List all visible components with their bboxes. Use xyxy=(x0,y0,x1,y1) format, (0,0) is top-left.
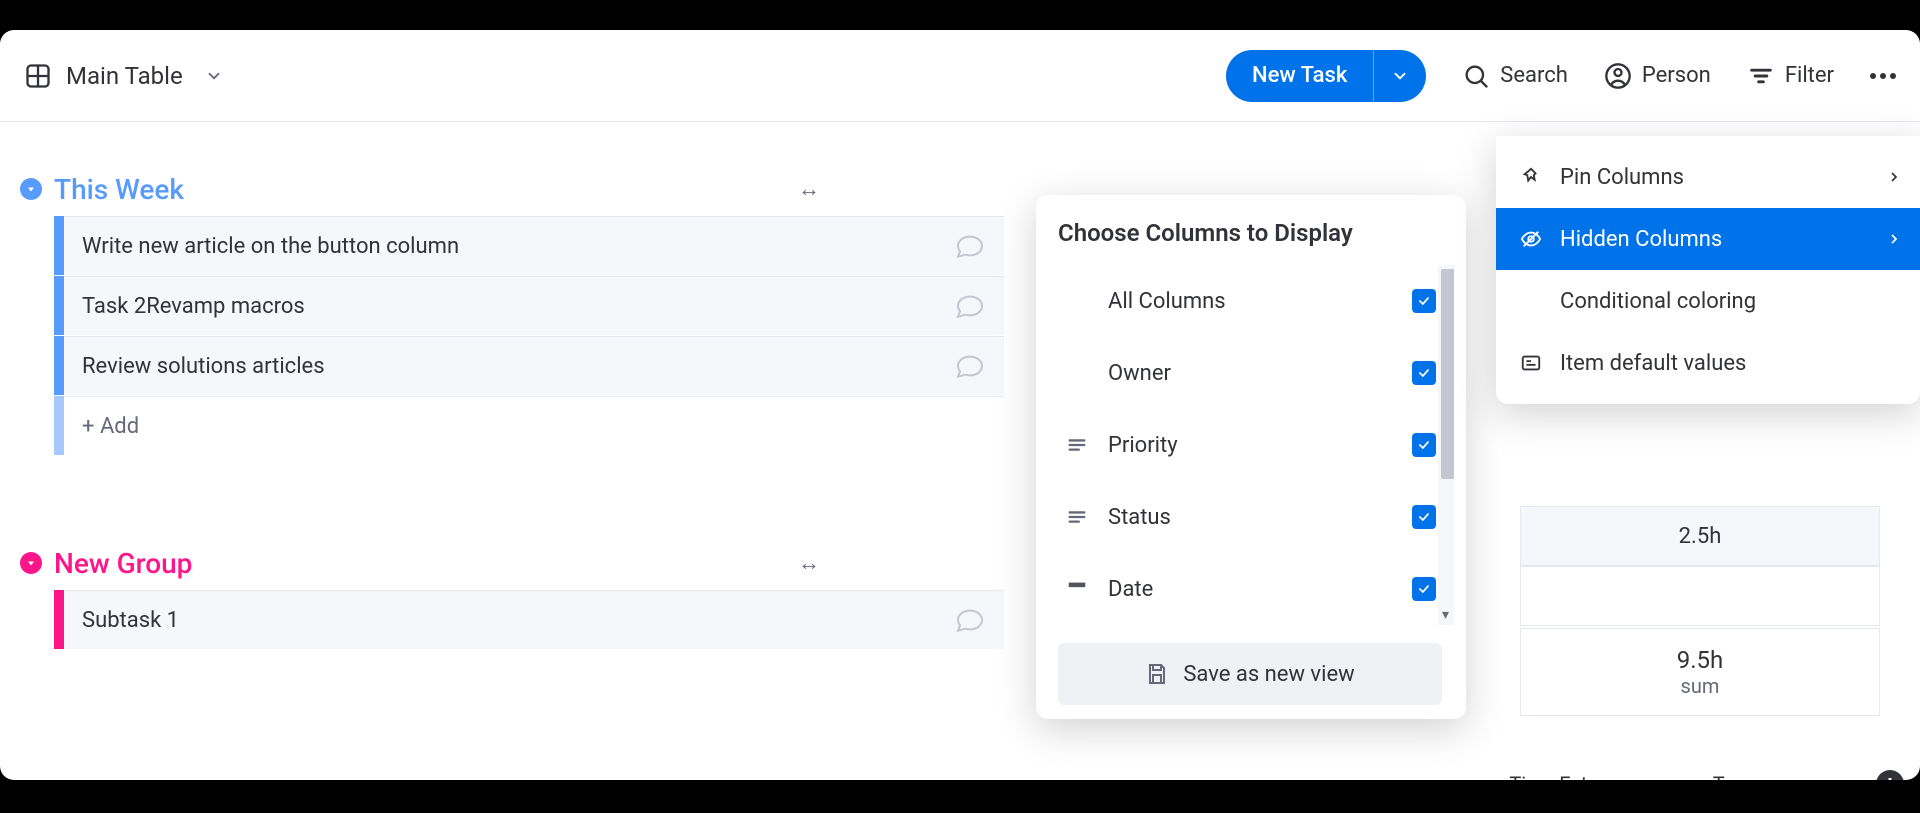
column-resize-handle[interactable]: ↔ xyxy=(798,550,820,576)
row-color-bar xyxy=(54,276,64,335)
more-options-button[interactable] xyxy=(1870,73,1896,79)
chat-icon[interactable] xyxy=(954,350,986,382)
menu-item-label: Pin Columns xyxy=(1560,165,1684,190)
task-name: Write new article on the button column xyxy=(82,234,459,259)
eye-off-icon xyxy=(1518,228,1544,250)
person-label: Person xyxy=(1642,63,1711,88)
menu-item-conditional-coloring[interactable]: Conditional coloring xyxy=(1496,270,1920,332)
time-cell[interactable] xyxy=(1520,566,1880,626)
column-sum: 9.5h sum xyxy=(1520,628,1880,716)
menu-item-label: Item default values xyxy=(1560,351,1746,376)
row-color-bar xyxy=(54,216,64,275)
new-task-label: New Task xyxy=(1226,50,1374,102)
toolbar: Main Table New Task Search Person Filter xyxy=(0,30,1920,122)
calendar-icon xyxy=(1064,578,1090,600)
sum-label: sum xyxy=(1681,674,1720,698)
view-switcher[interactable]: Main Table xyxy=(24,62,223,90)
choose-columns-popover: Choose Columns to Display All Columns Ow… xyxy=(1036,195,1466,719)
filter-icon xyxy=(1747,62,1775,90)
popover-title: Choose Columns to Display xyxy=(1058,219,1454,247)
pin-icon xyxy=(1518,166,1544,188)
group-title: This Week xyxy=(54,173,184,206)
scroll-down-arrow[interactable]: ▾ xyxy=(1442,607,1449,623)
task-name: Review solutions articles xyxy=(82,354,325,379)
add-task-row[interactable]: + Add xyxy=(54,396,1920,456)
column-option-all[interactable]: All Columns xyxy=(1058,265,1454,337)
new-task-button[interactable]: New Task xyxy=(1226,50,1426,102)
person-icon xyxy=(1064,362,1090,384)
add-task-label: + Add xyxy=(82,414,139,439)
column-option-owner[interactable]: Owner xyxy=(1058,337,1454,409)
settings-dropdown: Pin Columns Hidden Columns Conditional c… xyxy=(1496,136,1920,404)
collapse-toggle[interactable] xyxy=(20,178,42,200)
time-cell[interactable]: 2.5h xyxy=(1520,506,1880,566)
paint-icon xyxy=(1518,290,1544,312)
menu-item-default-values[interactable]: Item default values xyxy=(1496,332,1920,394)
column-option-label: Owner xyxy=(1108,361,1394,386)
column-option-label: Priority xyxy=(1108,433,1394,458)
save-icon xyxy=(1145,662,1169,686)
row-color-bar xyxy=(54,396,64,455)
filter-button[interactable]: Filter xyxy=(1747,62,1834,90)
new-task-dropdown[interactable] xyxy=(1374,50,1426,102)
time-estimate-column: 2.5h 9.5h sum xyxy=(1520,506,1880,716)
column-list: All Columns Owner Priority Status Da xyxy=(1058,265,1454,625)
chat-icon[interactable] xyxy=(954,230,986,262)
checkbox-checked[interactable] xyxy=(1412,289,1436,313)
chevron-down-icon xyxy=(25,557,37,569)
scrollbar[interactable]: ▾ xyxy=(1438,265,1454,625)
chevron-down-icon xyxy=(205,67,223,85)
lines-icon xyxy=(1064,434,1090,456)
save-as-new-view-button[interactable]: Save as new view xyxy=(1058,643,1442,705)
menu-item-label: Hidden Columns xyxy=(1560,227,1722,252)
chevron-right-icon xyxy=(1886,231,1902,247)
collapse-toggle[interactable] xyxy=(20,552,42,574)
scrollbar-thumb[interactable] xyxy=(1441,269,1454,479)
board-card: Main Table New Task Search Person Filter xyxy=(0,30,1920,780)
task-name: Subtask 1 xyxy=(82,608,179,633)
person-button[interactable]: Person xyxy=(1604,62,1711,90)
row-color-bar xyxy=(54,336,64,395)
row-color-bar xyxy=(54,590,64,649)
column-option-label: Date xyxy=(1108,577,1394,602)
column-resize-handle[interactable]: ↔ xyxy=(798,176,820,202)
person-icon xyxy=(1604,62,1632,90)
chat-icon[interactable] xyxy=(954,604,986,636)
filter-label: Filter xyxy=(1785,63,1834,88)
task-name: Task 2Revamp macros xyxy=(82,294,305,319)
checkbox-checked[interactable] xyxy=(1412,361,1436,385)
add-column-button[interactable]: + xyxy=(1876,770,1904,780)
checkbox-checked[interactable] xyxy=(1412,505,1436,529)
form-icon xyxy=(1518,352,1544,374)
checkbox-checked[interactable] xyxy=(1412,433,1436,457)
table-icon xyxy=(24,62,52,90)
search-button[interactable]: Search xyxy=(1462,62,1568,90)
group-title: New Group xyxy=(54,547,192,580)
column-header-time[interactable]: Time Est. xyxy=(1509,772,1592,780)
chevron-down-icon xyxy=(1391,67,1409,85)
column-option-status[interactable]: Status xyxy=(1058,481,1454,553)
lines-icon xyxy=(1064,506,1090,528)
sum-value: 9.5h xyxy=(1677,646,1724,674)
chat-icon[interactable] xyxy=(954,290,986,322)
chevron-right-icon xyxy=(1886,169,1902,185)
chevron-down-icon xyxy=(25,183,37,195)
column-headers: Time Est. Tags + xyxy=(1509,770,1904,780)
menu-item-hidden-columns[interactable]: Hidden Columns xyxy=(1496,208,1920,270)
menu-item-label: Conditional coloring xyxy=(1560,289,1756,314)
column-option-date[interactable]: Date xyxy=(1058,553,1454,625)
column-option-label: All Columns xyxy=(1108,289,1394,314)
search-icon xyxy=(1462,62,1490,90)
view-name: Main Table xyxy=(66,62,183,90)
column-header-tags[interactable]: Tags xyxy=(1713,772,1756,780)
checkbox-checked[interactable] xyxy=(1412,577,1436,601)
menu-item-pin-columns[interactable]: Pin Columns xyxy=(1496,146,1920,208)
search-label: Search xyxy=(1500,63,1568,88)
column-option-label: Status xyxy=(1108,505,1394,530)
save-view-label: Save as new view xyxy=(1183,662,1354,687)
column-option-priority[interactable]: Priority xyxy=(1058,409,1454,481)
